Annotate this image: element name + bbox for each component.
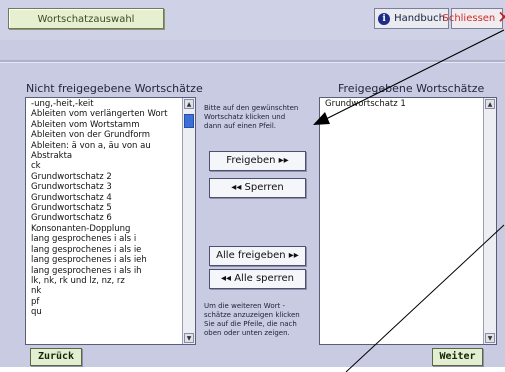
released-list-item[interactable]: Grundwortschatz 1: [320, 99, 482, 109]
released-label: Freigegebene Wortschätze: [338, 82, 485, 95]
unreleased-list-item[interactable]: Ableiten: ä von a, äu von au: [26, 141, 181, 151]
unreleased-list-item[interactable]: lang gesprochenes i als ih: [26, 266, 181, 276]
unreleased-list-item[interactable]: Grundwortschatz 3: [26, 182, 181, 192]
release-button[interactable]: Freigeben ▸▸: [209, 151, 306, 171]
unreleased-list-item[interactable]: Konsonanten-Dopplung: [26, 224, 181, 234]
header-divider: [0, 60, 505, 63]
unreleased-list-item[interactable]: lk, nk, rk und lz, nz, rz: [26, 276, 181, 286]
manual-button-label: Handbuch: [394, 13, 445, 24]
scroll-thumb[interactable]: [184, 114, 194, 128]
unreleased-list-item[interactable]: nk: [26, 286, 181, 296]
vocabulary-selection-button[interactable]: Wortschatzauswahl: [8, 8, 164, 29]
unreleased-list-item[interactable]: ck: [26, 161, 181, 171]
unreleased-list-scrollbar[interactable]: ▲ ▼: [182, 98, 195, 344]
unreleased-list-item[interactable]: Ableiten von der Grundform: [26, 130, 181, 140]
unreleased-list-item[interactable]: pf: [26, 297, 181, 307]
scroll-hint-line: oben oder unten zeigen.: [204, 329, 290, 337]
lock-all-button[interactable]: ◂◂ Alle sperren: [209, 269, 306, 289]
next-button[interactable]: Weiter: [432, 348, 483, 366]
instruction-text: Bitte auf den gewünschten Wortschatz kli…: [204, 104, 298, 131]
instruction-line: dann auf einen Pfeil.: [204, 122, 277, 130]
unreleased-list-item[interactable]: Ableiten vom verlängerten Wort: [26, 109, 181, 119]
unreleased-list-items: -ung,-heit,-keit Ableiten vom verlängerte…: [26, 99, 181, 318]
scroll-up-icon[interactable]: ▲: [485, 99, 495, 109]
instruction-line: Bitte auf den gewünschten: [204, 104, 299, 112]
scroll-down-icon[interactable]: ▼: [485, 333, 495, 343]
unreleased-list-item[interactable]: Grundwortschatz 2: [26, 172, 181, 182]
scroll-down-icon[interactable]: ▼: [184, 333, 194, 343]
unreleased-list-item[interactable]: Ableiten vom Wortstamm: [26, 120, 181, 130]
info-icon: i: [378, 12, 391, 25]
unreleased-list[interactable]: -ung,-heit,-keit Ableiten vom verlängerte…: [25, 97, 196, 345]
close-icon: ✕: [497, 8, 505, 28]
manual-button[interactable]: i Handbuch: [374, 8, 449, 29]
back-button[interactable]: Zurück: [30, 348, 82, 366]
unreleased-list-item[interactable]: lang gesprochenes i als ieh: [26, 255, 181, 265]
instruction-line: Wortschatz klicken und: [204, 113, 286, 121]
released-list-scrollbar[interactable]: ▲ ▼: [483, 98, 496, 344]
lock-button[interactable]: ◂◂ Sperren: [209, 178, 306, 198]
released-list[interactable]: Grundwortschatz 1 ▲ ▼: [319, 97, 497, 345]
unreleased-label: Nicht freigegebene Wortschätze: [26, 82, 203, 95]
unreleased-list-item[interactable]: qu: [26, 307, 181, 317]
scroll-hint-line: Um die weiteren Wort -: [204, 302, 285, 310]
unreleased-list-item[interactable]: Grundwortschatz 4: [26, 193, 181, 203]
scroll-hint-line: schätze anzuzeigen klicken: [204, 311, 300, 319]
close-button[interactable]: Schliessen ✕: [442, 8, 505, 29]
unreleased-list-item[interactable]: lang gesprochenes i als ie: [26, 245, 181, 255]
scroll-hint-line: Sie auf die Pfeile, die nach: [204, 320, 297, 328]
unreleased-list-item[interactable]: Grundwortschatz 5: [26, 203, 181, 213]
release-all-button[interactable]: Alle freigeben ▸▸: [209, 246, 306, 266]
unreleased-list-item[interactable]: -ung,-heit,-keit: [26, 99, 181, 109]
unreleased-list-item[interactable]: lang gesprochenes i als i: [26, 234, 181, 244]
unreleased-list-item[interactable]: Grundwortschatz 6: [26, 213, 181, 223]
app-window: Wortschatzauswahl i Handbuch Schliessen …: [0, 0, 505, 367]
unreleased-list-item[interactable]: Abstrakta: [26, 151, 181, 161]
scroll-hint-text: Um die weiteren Wort - schätze anzuzeige…: [204, 302, 300, 338]
released-list-items: Grundwortschatz 1: [320, 99, 482, 109]
scroll-up-icon[interactable]: ▲: [184, 99, 194, 109]
top-toolbar: Wortschatzauswahl i Handbuch Schliessen …: [0, 0, 505, 40]
close-button-label: Schliessen: [442, 13, 496, 24]
